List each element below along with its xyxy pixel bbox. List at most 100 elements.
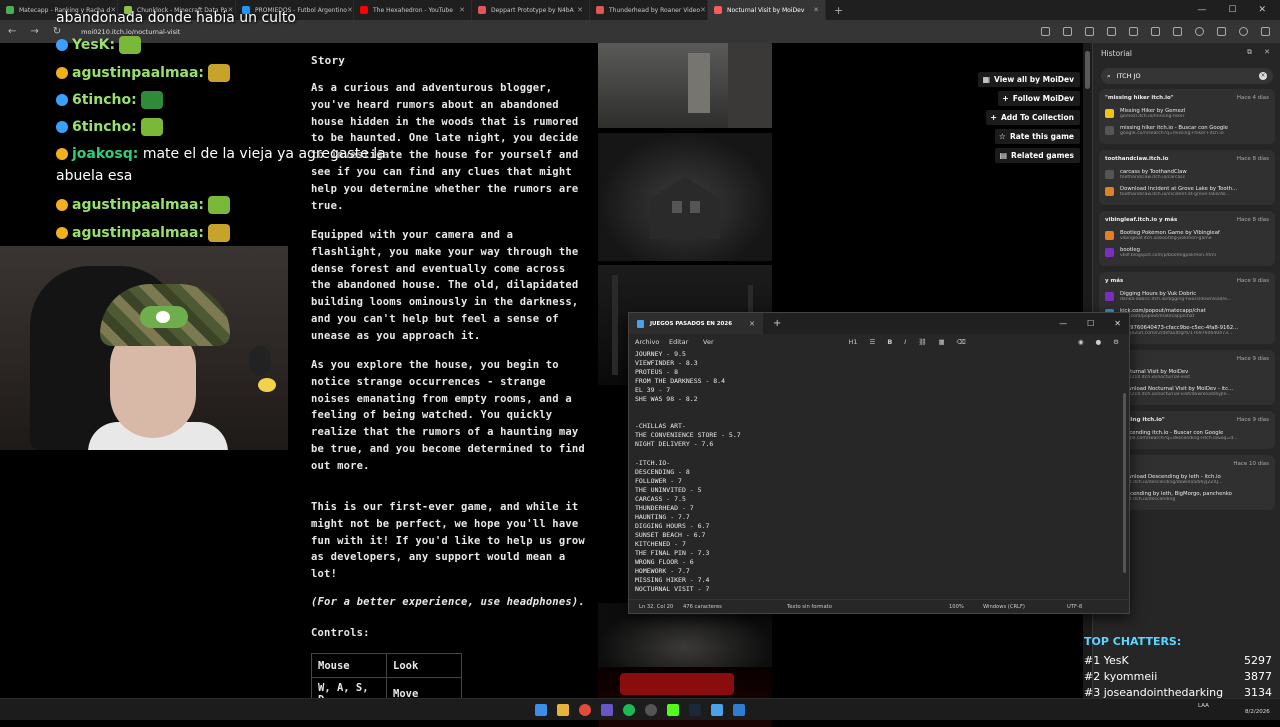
kick-icon[interactable] [667, 704, 679, 716]
chrome-icon[interactable] [579, 704, 591, 716]
menu-icon[interactable] [1261, 27, 1270, 36]
history-group: "missing hiker itch.io" Hace 4 días Missin… [1099, 89, 1275, 144]
close-icon[interactable]: ✕ [1114, 319, 1121, 328]
side-link[interactable]: + Add To Collection [986, 110, 1080, 125]
history-item[interactable]: Bootleg Pokémon Game by Vibingleaf vibing… [1103, 227, 1271, 244]
clear-format-icon[interactable]: ⌫ [957, 338, 966, 346]
copilot-icon[interactable]: ◉ [1078, 338, 1084, 346]
bold-icon[interactable]: B [887, 338, 892, 346]
side-link-label: Rate this game [1009, 132, 1074, 141]
menu-ver[interactable]: Ver [703, 338, 731, 346]
chat-emote-icon [208, 196, 231, 214]
notepad-tab[interactable]: JUEGOS PASADOS EN 2026 ✕ [629, 313, 763, 334]
history-group-header[interactable]: toothandclaw.itch.io Hace 8 días [1103, 154, 1271, 166]
italic-icon[interactable]: I [904, 338, 906, 346]
browser-tab[interactable]: Deppart Prototype by N4bA ✕ [472, 0, 590, 20]
grid-icon: ▦ [982, 75, 991, 84]
chat-message: joakosq: mate el de la vieja ya agregast… [56, 146, 386, 162]
history-item[interactable]: Download Incident at Grove Lake by Tooth… [1103, 183, 1271, 200]
close-icon[interactable]: ✕ [1258, 5, 1266, 15]
notepad-text-area[interactable]: JOURNEY - 9.5 VIEWFINDER - 8.3 PROTEUS -… [635, 350, 1115, 598]
history-item[interactable]: carcass by ToothandClaw toothandclaw.itch… [1103, 166, 1271, 183]
history-item[interactable]: missing hiker itch.io - Buscar con Googl… [1103, 122, 1271, 139]
close-tab-icon[interactable]: ✕ [347, 6, 353, 14]
chat-text: abuela esa [56, 168, 133, 184]
zoom-icon[interactable] [1085, 27, 1094, 36]
steam-icon[interactable] [689, 704, 701, 716]
history-group-header[interactable]: y más Hace 9 días [1103, 276, 1271, 288]
history-item[interactable]: Missing Hiker by Gemezl gemezl.itch.io/mi… [1103, 105, 1271, 122]
translate-icon[interactable] [1041, 27, 1050, 36]
line-ending: Windows (CRLF) [983, 604, 1025, 610]
list-icon[interactable]: ☰ [869, 338, 875, 346]
menu-archivo[interactable]: Archivo [635, 338, 663, 346]
new-tab-button[interactable]: + [773, 318, 781, 329]
open-in-new-icon[interactable]: ⧉ [1247, 48, 1252, 57]
chat-badge-icon [56, 94, 68, 106]
history-item-url: kick.com/popout/matecapp/chat [1120, 314, 1195, 319]
close-tab-icon[interactable]: ✕ [813, 6, 819, 14]
notepad-taskbar-icon[interactable] [711, 704, 723, 716]
minimize-icon[interactable]: — [1059, 319, 1067, 328]
history-item[interactable]: bootleg vbilf.blogspot.com/p/bootlegpokmo… [1103, 244, 1271, 261]
minimize-icon[interactable]: — [1197, 5, 1206, 15]
start-menu-icon[interactable] [535, 704, 547, 716]
game-description: Story As a curious and adventurous blogg… [300, 43, 590, 720]
file-explorer-icon[interactable] [557, 704, 569, 716]
sidepanel-icon[interactable] [1173, 27, 1182, 36]
playlist-icon[interactable] [1217, 27, 1226, 36]
close-tab-icon[interactable]: ✕ [700, 6, 706, 14]
history-search-input[interactable]: ⌕ ITCH JO × [1101, 68, 1273, 84]
calculator-icon[interactable] [733, 704, 745, 716]
history-icon[interactable] [1195, 27, 1204, 36]
clock-date[interactable]: 8/2/2026 [1245, 709, 1270, 715]
close-tab-icon[interactable]: ✕ [459, 6, 465, 14]
chat-username: 6tincho: [72, 92, 137, 108]
close-tab-icon[interactable]: ✕ [749, 320, 755, 328]
browser-tab[interactable]: Thunderhead by Roaner Video ✕ [590, 0, 708, 20]
table-icon[interactable]: ▦ [938, 338, 944, 346]
tab-label: The Hexahedron - YouTube [373, 6, 453, 14]
chat-badge-icon [56, 39, 68, 51]
language-indicator[interactable]: LAA [1198, 703, 1209, 709]
link-icon[interactable]: ⛓ [918, 338, 926, 346]
history-group-time: Hace 8 días [1236, 156, 1269, 162]
notepad-menubar: Archivo Editar Ver H1 ☰ B I ⛓ ▦ ⌫ ◉ ● ⚙ [629, 334, 1129, 350]
screenshot-hallway[interactable] [598, 43, 772, 128]
puzzle-icon[interactable] [1151, 27, 1160, 36]
side-link[interactable]: ▦ View all by MoiDev [978, 72, 1080, 87]
discord-icon[interactable] [601, 704, 613, 716]
side-link[interactable]: ▤ Related games [995, 148, 1080, 163]
history-item[interactable]: Digging Hours by Vuk Dobric danka-dobric.… [1103, 288, 1271, 305]
browser-tab[interactable]: Nocturnal Visit by MoiDev ✕ [708, 0, 826, 20]
clear-search-icon[interactable]: × [1259, 72, 1267, 80]
settings-gear-icon[interactable]: ⚙ [1113, 338, 1119, 346]
maximize-icon[interactable]: ☐ [1228, 5, 1236, 15]
close-tab-icon[interactable]: ✕ [577, 6, 583, 14]
new-tab-button[interactable]: + [834, 4, 843, 17]
extension-icon[interactable] [1129, 27, 1138, 36]
close-panel-icon[interactable]: ✕ [1264, 48, 1270, 56]
history-group-header[interactable]: vibingleaf.itch.io y más Hace 8 días [1103, 215, 1271, 227]
maximize-icon[interactable]: ☐ [1087, 319, 1094, 328]
menu-editar[interactable]: Editar [669, 338, 697, 346]
side-link[interactable]: ☆ Rate this game [994, 129, 1080, 144]
bookmark-star-icon[interactable] [1107, 27, 1116, 36]
heading-dropdown[interactable]: H1 [848, 338, 857, 346]
profile-avatar[interactable] [1239, 27, 1248, 36]
chatter-rank: #1 [1084, 654, 1101, 667]
screenshot-house[interactable] [598, 133, 772, 261]
history-item-url: vbilf.blogspot.com/p/bootlegpokmon.html [1120, 253, 1216, 258]
chatter-name: YesK [1103, 654, 1129, 667]
side-link[interactable]: + Follow MoiDev [998, 91, 1080, 106]
text-format: Texto sin formato [787, 604, 832, 610]
spotify-icon[interactable] [623, 704, 635, 716]
control-action: Look [386, 653, 462, 678]
browser-tab[interactable]: The Hexahedron - YouTube ✕ [354, 0, 472, 20]
history-group-header[interactable]: "missing hiker itch.io" Hace 4 días [1103, 93, 1271, 105]
eye-off-icon[interactable] [1063, 27, 1072, 36]
notepad-scrollbar[interactable] [1123, 393, 1126, 573]
obs-icon[interactable] [645, 704, 657, 716]
site-favicon-icon [1105, 187, 1114, 196]
account-icon[interactable]: ● [1096, 338, 1102, 346]
